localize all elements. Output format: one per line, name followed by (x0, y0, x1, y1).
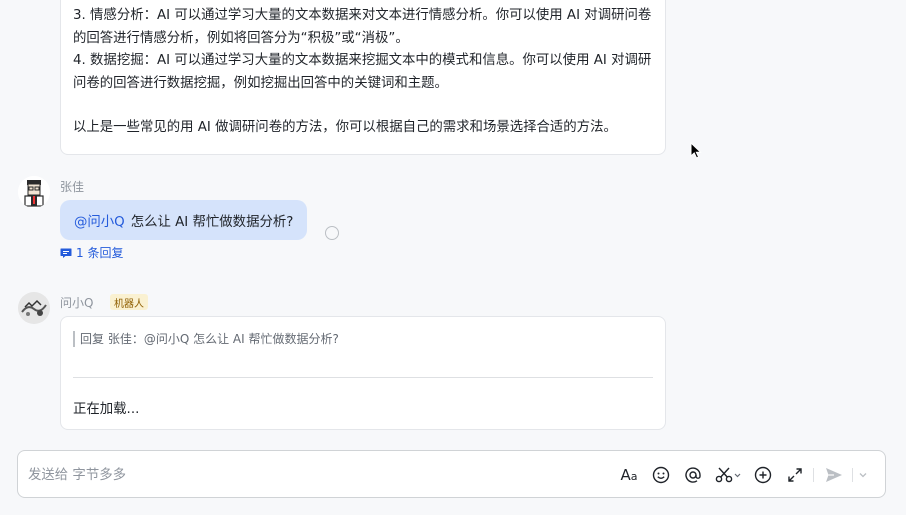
send-icon[interactable] (822, 463, 846, 487)
thread-reply-link[interactable]: 1 条回复 (60, 244, 123, 261)
bot-avatar[interactable] (18, 292, 50, 324)
quoted-reply[interactable]: 回复 张佳：@问小Q 怎么让 AI 帮忙做数据分析? (73, 331, 339, 347)
read-status-icon[interactable] (325, 226, 339, 240)
user-message-text: 怎么让 AI 帮忙做数据分析? (130, 215, 294, 230)
expand-icon[interactable] (783, 463, 807, 487)
composer-toolbar: Aa (609, 463, 869, 487)
reply-count-label: 1 条回复 (76, 246, 124, 260)
bot-reply-card: 回复 张佳：@问小Q 怎么让 AI 帮忙做数据分析? 正在加载... (60, 316, 666, 430)
bot-sender-name[interactable]: 问小Q (60, 294, 93, 311)
mention-icon[interactable] (681, 463, 705, 487)
toolbar-divider (813, 468, 814, 482)
bot-answer-card: 3. 情感分析：AI 可以通过学习大量的文本数据来对文本进行情感分析。你可以使用… (60, 0, 666, 155)
user-avatar[interactable] (18, 176, 50, 208)
comment-icon (60, 248, 72, 258)
mention-link[interactable]: @问小Q (74, 210, 125, 230)
window-bottom-edge (0, 515, 906, 522)
screenshot-icon[interactable] (713, 463, 743, 487)
user-sender-name[interactable]: 张佳 (60, 178, 84, 195)
card-divider (73, 377, 653, 378)
send-divider (852, 468, 853, 482)
emoji-icon[interactable] (649, 463, 673, 487)
format-text-icon[interactable]: Aa (617, 463, 641, 487)
mouse-cursor-icon (690, 142, 702, 159)
loading-status: 正在加载... (73, 402, 140, 417)
user-message-bubble[interactable]: @问小Q 怎么让 AI 帮忙做数据分析? (60, 200, 308, 240)
chat-message-list: 3. 情感分析：AI 可以通过学习大量的文本数据来对文本进行情感分析。你可以使用… (0, 0, 906, 440)
send-options-chevron-down-icon[interactable] (857, 463, 869, 487)
message-composer: Aa (17, 450, 886, 498)
bot-badge: 机器人 (110, 294, 148, 310)
answer-line-3: 3. 情感分析：AI 可以通过学习大量的文本数据来对文本进行情感分析。你可以使用… (73, 8, 652, 46)
add-icon[interactable] (751, 463, 775, 487)
message-input[interactable] (28, 464, 588, 486)
answer-line-4: 4. 数据挖掘：AI 可以通过学习大量的文本数据来挖掘文本中的模式和信息。你可以… (73, 53, 652, 91)
answer-closing: 以上是一些常见的用 AI 做调研问卷的方法，你可以根据自己的需求和场景选择合适的… (73, 120, 617, 135)
